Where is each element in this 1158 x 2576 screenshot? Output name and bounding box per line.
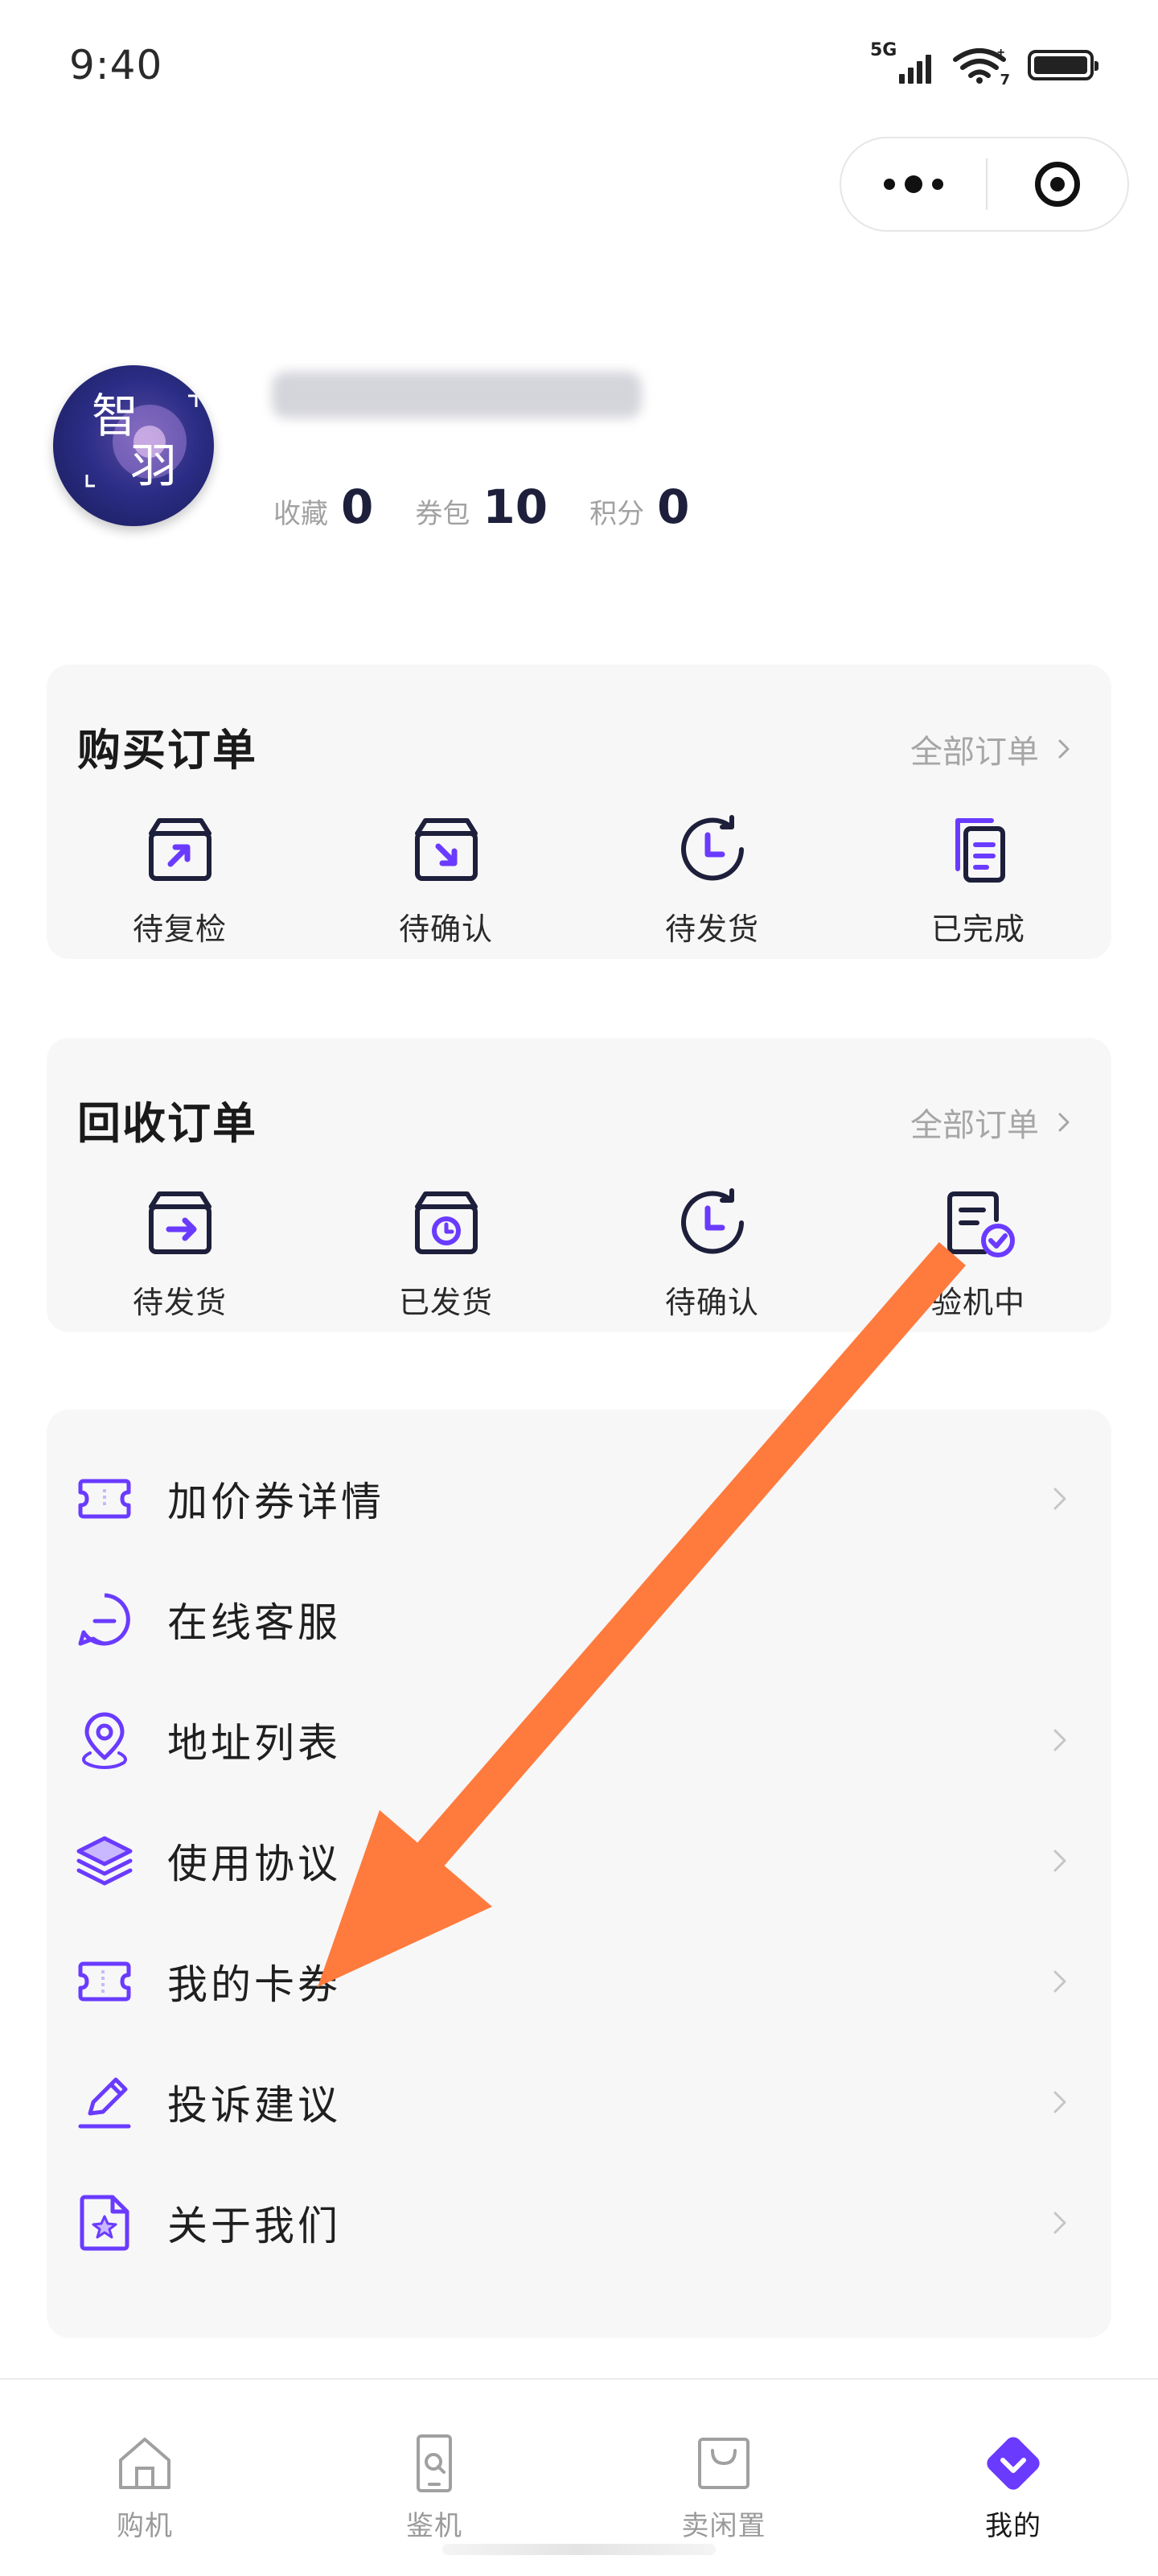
profile-heart-icon [987, 2437, 1040, 2490]
status-bar: 9:40 5G + 7 [0, 0, 1158, 137]
view-all-label: 全部订单 [910, 734, 1039, 771]
stat-label: 积分 [589, 498, 645, 530]
menu-item-label: 关于我们 [167, 2203, 341, 2249]
chevron-right-icon [1053, 1850, 1066, 1872]
box-send-icon [148, 1191, 211, 1254]
view-all-label: 全部订单 [910, 1107, 1039, 1144]
menu-item-address-list[interactable]: 地址列表 [47, 1680, 1111, 1800]
profile-stats: 收藏 0 券包 10 积分 0 [273, 479, 731, 534]
order-item-label: 已完成 [930, 911, 1025, 947]
avatar-char-bottom: 羽 [130, 438, 178, 493]
chevron-right-icon [1053, 1970, 1066, 1993]
wifi-icon: + 7 [952, 46, 1010, 88]
order-item-label: 验机中 [930, 1285, 1025, 1320]
order-item-label: 待确认 [398, 911, 493, 947]
order-item-label: 待发货 [664, 911, 759, 947]
tab-label: 我的 [985, 2510, 1041, 2542]
recycle-item-shipped[interactable]: 已发货 [313, 1183, 579, 1322]
location-pin-icon [82, 1712, 127, 1770]
menu-item-label: 我的卡券 [167, 1961, 341, 2008]
ticket-icon [78, 1479, 131, 1519]
tab-label: 鉴机 [406, 2510, 462, 2542]
box-arrow-in-icon [414, 818, 478, 881]
chevron-right-icon [1053, 1488, 1066, 1510]
close-target-icon[interactable] [988, 162, 1127, 207]
recycle-item-pending-confirm[interactable]: 待确认 [579, 1183, 845, 1322]
order-item-label: 待发货 [132, 1285, 227, 1320]
svg-text:+: + [997, 47, 1004, 60]
recycle-item-pending-ship[interactable]: 待发货 [47, 1183, 313, 1322]
order-item-label: 待确认 [664, 1285, 759, 1320]
tab-label: 购机 [117, 2510, 173, 2542]
order-item-pending-confirm[interactable]: 待确认 [313, 809, 579, 949]
clock-icon [680, 1188, 744, 1254]
status-time: 9:40 [69, 42, 163, 88]
tab-mine[interactable]: 我的 [868, 2380, 1158, 2576]
home-icon [119, 2438, 170, 2489]
stat-value: 0 [341, 479, 374, 534]
order-item-label: 待复检 [132, 911, 227, 947]
purchase-orders-view-all[interactable]: 全部订单 [910, 726, 1076, 772]
miniprogram-capsule [840, 137, 1129, 232]
menu-item-user-agreement[interactable]: 使用协议 [47, 1800, 1111, 1921]
stat-value: 10 [482, 479, 548, 534]
menu-item-label: 投诉建议 [167, 2082, 341, 2129]
box-clock-icon [414, 1191, 478, 1254]
recycle-orders-title: 回收订单 [77, 1098, 257, 1149]
chevron-right-icon [1053, 2091, 1066, 2113]
username-blurred [272, 372, 642, 418]
chevron-right-icon [1053, 1729, 1066, 1751]
avatar[interactable]: 智 羽 [53, 365, 214, 526]
stat-points[interactable]: 积分 0 [589, 479, 689, 534]
layers-icon [76, 1836, 133, 1886]
stat-favorites[interactable]: 收藏 0 [273, 479, 373, 534]
chevron-right-icon [1053, 2212, 1066, 2234]
menu-item-label: 加价券详情 [167, 1479, 384, 1525]
menu-item-label: 使用协议 [167, 1841, 341, 1887]
coupon-icon [78, 1961, 131, 2002]
menu-item-my-coupons[interactable]: 我的卡券 [47, 1921, 1111, 2042]
purchase-orders-title: 购买订单 [77, 725, 257, 776]
status-icons: 5G + 7 [870, 40, 1098, 88]
document-check-icon [947, 1191, 1015, 1257]
battery-icon [1028, 50, 1098, 80]
menu-item-label: 地址列表 [167, 1720, 341, 1767]
chevron-right-icon [1058, 1113, 1070, 1132]
recycle-item-inspecting[interactable]: 验机中 [845, 1183, 1111, 1322]
more-dots-icon[interactable] [841, 138, 986, 230]
order-item-pending-ship[interactable]: 待发货 [579, 809, 845, 949]
network-type-label: 5G [870, 40, 897, 60]
clock-icon [680, 815, 744, 881]
order-item-completed[interactable]: 已完成 [845, 809, 1111, 949]
purchase-orders-card: 购买订单 全部订单 待复检 待确认 待发货 已完成 [47, 665, 1111, 959]
menu-card: 加价券详情 在线客服 地址列表 使用协议 我的卡券 投诉建议 关于我们 [47, 1409, 1111, 2338]
stat-label: 收藏 [273, 498, 328, 530]
menu-item-price-coupon[interactable]: 加价券详情 [47, 1438, 1111, 1559]
shopping-bag-icon [698, 2438, 749, 2489]
wifi-badge: 7 [1000, 72, 1010, 88]
menu-item-about-us[interactable]: 关于我们 [47, 2162, 1111, 2283]
avatar-char-top: 智 [92, 389, 139, 443]
tab-buy[interactable]: 购机 [0, 2380, 290, 2576]
stat-value: 0 [657, 479, 690, 534]
home-indicator [442, 2544, 716, 2555]
box-arrow-out-icon [148, 818, 211, 881]
phone-inspect-icon [417, 2434, 452, 2492]
stat-label: 券包 [415, 498, 470, 530]
star-document-icon [80, 2195, 129, 2251]
stat-coupons[interactable]: 券包 10 [415, 479, 548, 534]
menu-item-complaints[interactable]: 投诉建议 [47, 2042, 1111, 2162]
order-item-label: 已发货 [398, 1285, 493, 1320]
order-item-pending-recheck[interactable]: 待复检 [47, 809, 313, 949]
recycle-orders-card: 回收订单 全部订单 待发货 已发货 待确认 验机中 [47, 1038, 1111, 1332]
chat-bubble-icon [78, 1593, 130, 1646]
recycle-orders-view-all[interactable]: 全部订单 [910, 1099, 1076, 1146]
chevron-right-icon [1058, 739, 1070, 759]
cellular-signal-icon: 5G [870, 40, 931, 84]
pencil-icon [78, 2077, 131, 2129]
menu-item-online-support[interactable]: 在线客服 [47, 1559, 1111, 1680]
document-stack-icon [955, 818, 1005, 883]
tab-label: 卖闲置 [681, 2510, 766, 2542]
menu-item-label: 在线客服 [167, 1599, 341, 1646]
